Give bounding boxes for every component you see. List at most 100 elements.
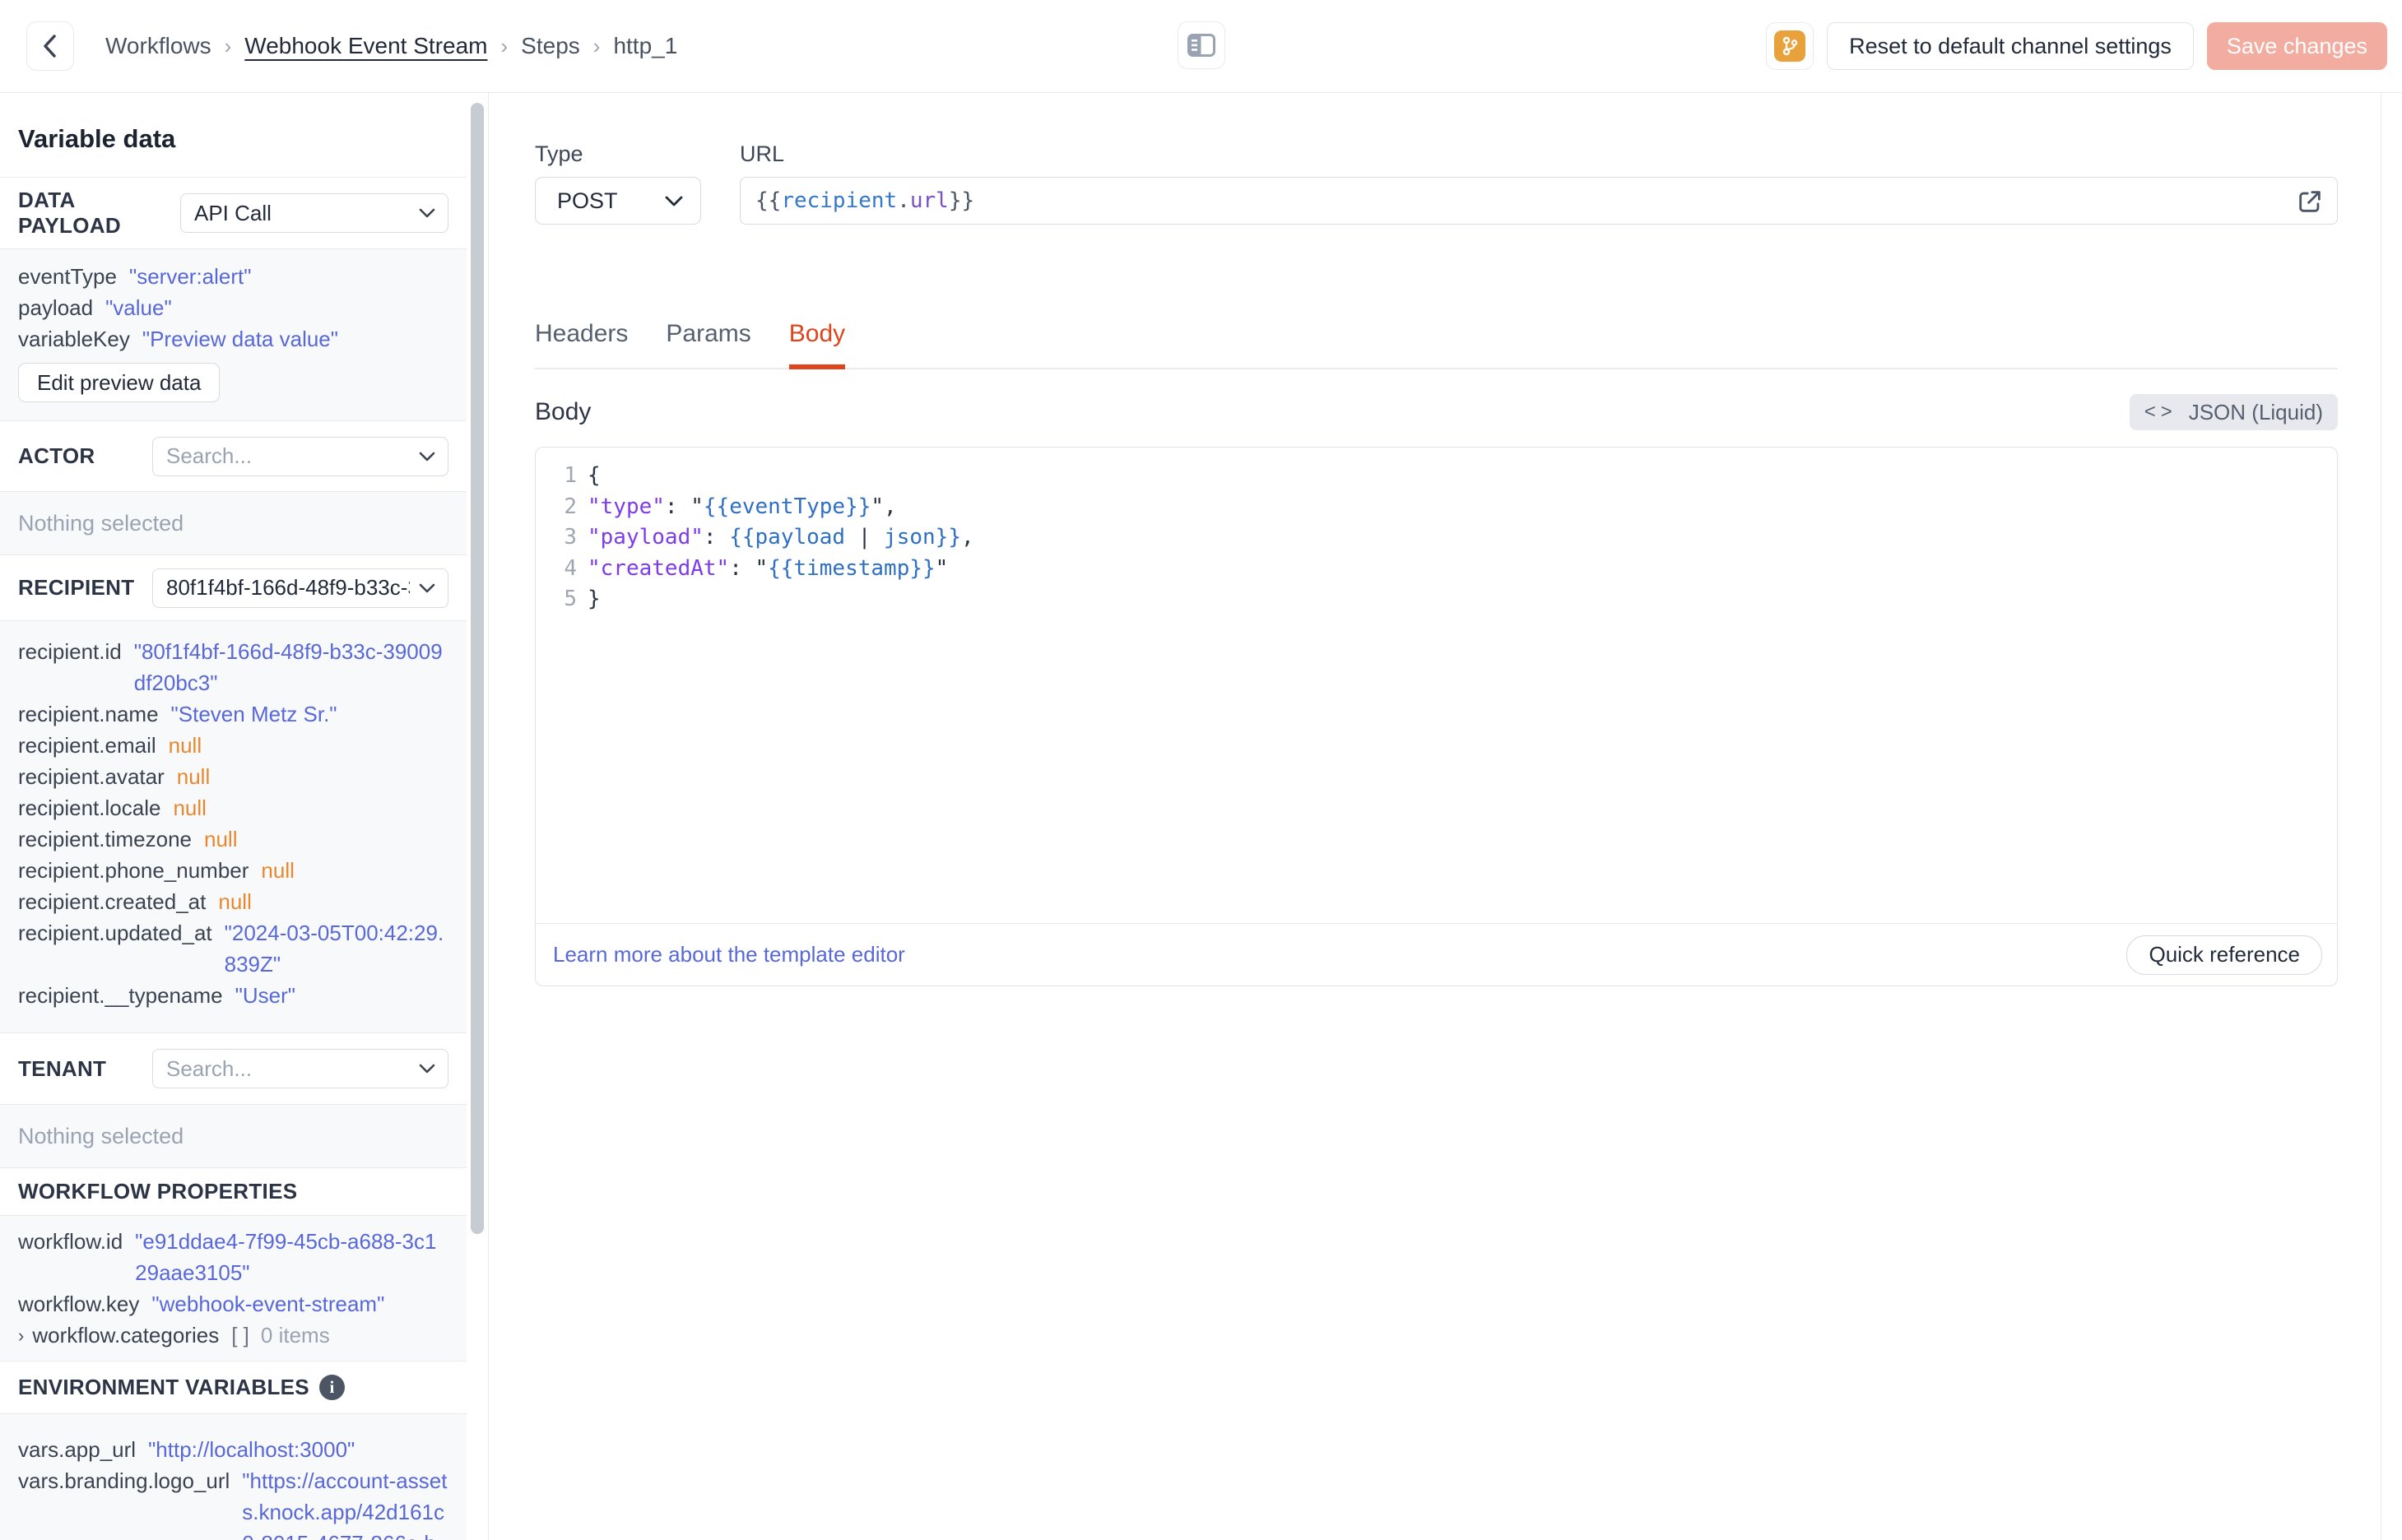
learn-more-link[interactable]: Learn more about the template editor bbox=[553, 942, 905, 967]
info-icon[interactable]: i bbox=[318, 1375, 345, 1400]
topbar-actions: Reset to default channel settings Save c… bbox=[1766, 22, 2387, 70]
breadcrumb-item[interactable]: Workflows bbox=[105, 33, 211, 59]
editor-footer: Learn more about the template editor Qui… bbox=[536, 923, 2337, 986]
kv-row: recipient.created_at null bbox=[18, 886, 448, 917]
back-button[interactable] bbox=[26, 21, 74, 71]
kv-row: recipient.avatar null bbox=[18, 761, 448, 792]
kv-row: recipient.__typename "User" bbox=[18, 980, 448, 1011]
breadcrumb-item: http_1 bbox=[613, 33, 678, 58]
kv-row: vars.branding.logo_url "https://account-a… bbox=[18, 1465, 448, 1540]
actor-label: ACTOR bbox=[18, 443, 95, 468]
url-input[interactable]: {{recipient.url}} bbox=[740, 177, 2338, 225]
kv-row: recipient.updated_at "2024-03-05T00:42:29… bbox=[18, 917, 448, 980]
kv-value: "server:alert" bbox=[128, 264, 252, 289]
reset-channel-settings-button[interactable]: Reset to default channel settings bbox=[1827, 22, 2194, 70]
kv-key: eventType bbox=[18, 264, 117, 289]
tenant-empty-state: Nothing selected bbox=[0, 1105, 467, 1168]
kv-key: vars.branding.logo_url bbox=[18, 1468, 230, 1493]
external-link-icon[interactable] bbox=[2296, 188, 2324, 216]
kv-value: null bbox=[261, 858, 295, 883]
chevron-down-icon bbox=[418, 1063, 436, 1074]
chevron-down-icon bbox=[418, 582, 436, 594]
breadcrumb-separator: › bbox=[500, 33, 509, 58]
kv-key: recipient.locale bbox=[18, 796, 161, 820]
right-rail bbox=[2381, 93, 2402, 1540]
code-editor[interactable]: 1{2 "type": "{{eventType}}", 3 "payload": {… bbox=[536, 448, 2337, 923]
tab-body[interactable]: Body bbox=[788, 320, 846, 369]
edit-preview-data-button[interactable]: Edit preview data bbox=[18, 363, 221, 402]
code-icon: <> bbox=[2144, 401, 2177, 423]
actor-row: ACTOR Search... bbox=[0, 421, 467, 492]
kv-row: recipient.id "80f1f4bf-166d-48f9-b33c-390… bbox=[18, 636, 448, 698]
kv-key: variableKey bbox=[18, 327, 130, 351]
chevron-left-icon bbox=[39, 32, 61, 60]
save-changes-button[interactable]: Save changes bbox=[2206, 22, 2387, 70]
recipient-select[interactable]: 80f1f4bf-166d-48f9-b33c-39009df20bc3 bbox=[152, 568, 448, 608]
method-select[interactable]: POST bbox=[535, 177, 701, 225]
kv-key: recipient.created_at bbox=[18, 889, 207, 914]
breadcrumb: Workflows › Webhook Event Stream › Steps › htt… bbox=[105, 33, 677, 59]
code-line: 3 "payload": {{payload | json}}, bbox=[536, 522, 2337, 554]
body-section-header: Body <> JSON (Liquid) bbox=[535, 394, 2338, 430]
kv-value: null bbox=[176, 764, 211, 789]
breadcrumb-separator: › bbox=[592, 33, 601, 58]
kv-key: recipient.name bbox=[18, 702, 159, 726]
kv-key: recipient.__typename bbox=[18, 983, 223, 1008]
line-number: 2 bbox=[564, 494, 577, 519]
kv-bracket: [ ] bbox=[231, 1323, 249, 1348]
kv-value: null bbox=[204, 827, 238, 851]
kv-value: "2024-03-05T00:42:29.839Z" bbox=[224, 921, 444, 976]
kv-value: "http://localhost:3000" bbox=[148, 1437, 355, 1462]
expandable-kv-row[interactable]: › workflow.categories [ ] 0 items bbox=[18, 1320, 448, 1351]
tenant-select[interactable]: Search... bbox=[152, 1049, 448, 1088]
workflow-properties-header: WORKFLOW PROPERTIES bbox=[0, 1168, 467, 1216]
sidebar-toggle-button[interactable] bbox=[1177, 21, 1225, 69]
type-field: Type POST bbox=[535, 141, 701, 225]
environment-variables-section: vars.app_url "http://localhost:3000" vars.… bbox=[0, 1414, 467, 1540]
sidebar-scrollbar[interactable] bbox=[471, 103, 484, 1234]
tab-headers[interactable]: Headers bbox=[535, 320, 628, 368]
breadcrumb-item[interactable]: Steps bbox=[521, 33, 580, 59]
code-line: 1{ bbox=[536, 461, 2337, 492]
kv-value: null bbox=[173, 796, 207, 820]
kv-key: payload bbox=[18, 295, 94, 320]
tenant-row: TENANT Search... bbox=[0, 1033, 467, 1105]
workflow-properties-section: workflow.id "e91ddae4-7f99-45cb-a688-3c12… bbox=[0, 1216, 467, 1361]
step-editor-pane: Type POST URL {{recipient.url}} Headers … bbox=[489, 93, 2381, 1540]
kv-value: "Preview data value" bbox=[142, 327, 338, 351]
kv-key: vars.app_url bbox=[18, 1437, 137, 1462]
actor-select[interactable]: Search... bbox=[152, 436, 448, 476]
kv-row: vars.app_url "http://localhost:3000" bbox=[18, 1434, 448, 1465]
git-branch-icon bbox=[1774, 30, 1806, 62]
kv-key: recipient.timezone bbox=[18, 827, 192, 851]
kv-key: recipient.avatar bbox=[18, 764, 165, 789]
kv-value: "Steven Metz Sr." bbox=[170, 702, 337, 726]
kv-row: recipient.timezone null bbox=[18, 823, 448, 855]
kv-key: recipient.updated_at bbox=[18, 921, 212, 945]
line-number: 1 bbox=[564, 463, 577, 488]
commit-status-button[interactable] bbox=[1766, 22, 1814, 70]
url-value: {{recipient.url}} bbox=[755, 188, 975, 213]
language-badge[interactable]: <> JSON (Liquid) bbox=[2129, 394, 2338, 430]
data-payload-select[interactable]: API Call bbox=[180, 193, 448, 233]
recipient-row: RECIPIENT 80f1f4bf-166d-48f9-b33c-39009d… bbox=[0, 555, 467, 621]
chevron-down-icon bbox=[418, 207, 436, 219]
kv-row: workflow.id "e91ddae4-7f99-45cb-a688-3c12… bbox=[18, 1226, 448, 1288]
kv-key: recipient.phone_number bbox=[18, 858, 249, 883]
preview-data-section: eventType "server:alert" payload "value" var… bbox=[0, 249, 467, 421]
data-payload-label: DATA PAYLOAD bbox=[18, 188, 121, 238]
kv-value: null bbox=[168, 733, 202, 758]
topbar: Workflows › Webhook Event Stream › Steps › htt… bbox=[0, 0, 2402, 93]
kv-value: "User" bbox=[235, 983, 295, 1008]
line-number: 4 bbox=[564, 555, 577, 581]
kv-value: "https://account-assets.knock.app/42d161… bbox=[242, 1468, 448, 1540]
kv-row: recipient.locale null bbox=[18, 792, 448, 823]
request-tabs: Headers Params Body bbox=[535, 305, 2338, 369]
chevron-down-icon bbox=[664, 195, 684, 207]
request-config-row: Type POST URL {{recipient.url}} bbox=[535, 141, 2338, 225]
tab-params[interactable]: Params bbox=[666, 320, 750, 368]
data-payload-row: DATA PAYLOAD API Call bbox=[0, 178, 467, 249]
quick-reference-button[interactable]: Quick reference bbox=[2126, 935, 2322, 975]
breadcrumb-item[interactable]: Webhook Event Stream bbox=[244, 33, 487, 59]
kv-value: null bbox=[218, 889, 252, 914]
